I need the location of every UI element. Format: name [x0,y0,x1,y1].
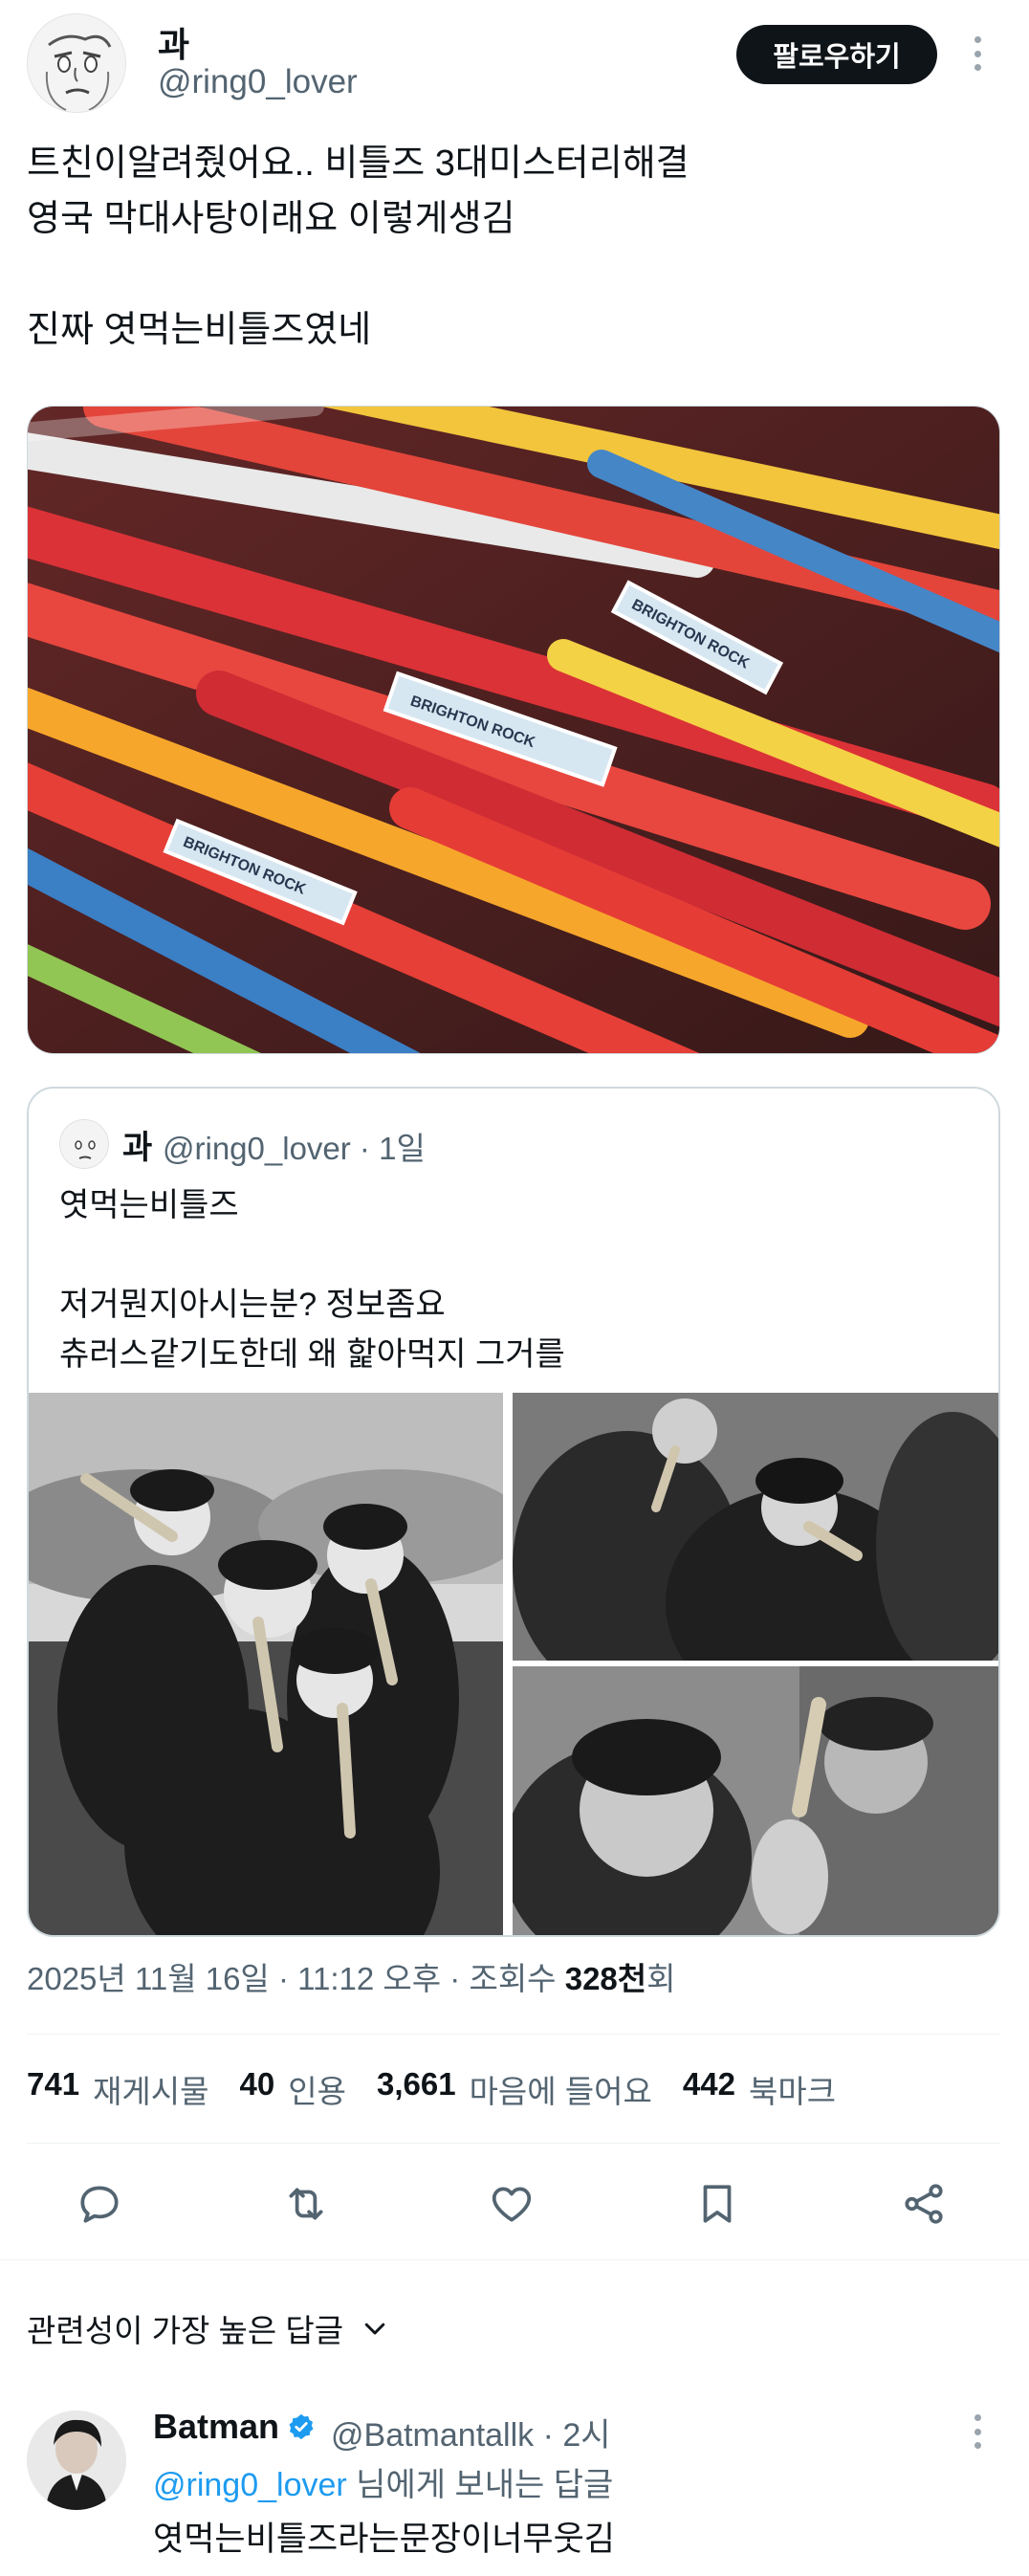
quote-count[interactable]: 40 [240,2066,275,2112]
reply-handle-time[interactable]: @Batmantallk · 2시 [331,2409,611,2455]
candy-sticks-image: BRIGHTON ROCK BRIGHTON ROCK BRIGHTON ROC… [28,407,999,1053]
reply-author-name-text: Batman [153,2407,280,2446]
tweet-metadata: 2025년 11월 16일 · 11:12 오후 · 조회수 328천회 [27,1953,676,1999]
repost-label[interactable]: 재게시물 [93,2066,208,2112]
chevron-down-icon [364,2323,385,2335]
reply-sort-dropdown[interactable]: 관련성이 가장 높은 답글 [27,2305,389,2351]
repost-count[interactable]: 741 [27,2066,79,2112]
share-icon[interactable] [895,2175,952,2233]
tweet-datetime[interactable]: 2025년 11월 16일 · 11:12 오후 · 조회수 [27,1961,565,1996]
quote-photo-3[interactable] [513,1666,998,1935]
tweet-photo[interactable]: BRIGHTON ROCK BRIGHTON ROCK BRIGHTON ROC… [27,406,1000,1054]
bookmark-label[interactable]: 북마크 [749,2066,836,2112]
quote-photo-1[interactable] [29,1393,503,1935]
quote-author-name: 과 [122,1130,153,1166]
author-avatar[interactable] [27,13,126,113]
quote-handle-time: @ring0_lover · 1일 [163,1131,426,1166]
reply-text: 엿먹는비틀즈라는문장이너무웃김 [153,2521,616,2558]
quote-text: 엿먹는비틀즈 저거뭔지아시는분? 정보좀요 츄러스같기도한데 왜 핥아먹지 그거… [59,1187,565,1373]
repost-icon[interactable] [277,2175,335,2233]
tweet-text: 트친이알려줬어요.. 비틀즈 3대미스터리해결 영국 막대사탕이래요 이렇게생김… [27,143,690,350]
more-options-icon[interactable] [958,33,996,75]
quote-label[interactable]: 인용 [288,2066,346,2112]
replying-to: @ring0_lover 님에게 보내는 답글 [153,2458,613,2505]
view-suffix: 회 [646,1961,676,1996]
heart-icon[interactable] [483,2175,540,2233]
band-photo-image [513,1393,998,1661]
author-handle[interactable]: @ring0_lover [158,63,358,101]
verified-badge-icon [289,2413,314,2440]
replying-to-link[interactable]: @ring0_lover [153,2467,347,2503]
bookmark-count[interactable]: 442 [683,2066,735,2112]
replying-to-suffix: 님에게 보내는 답글 [346,2467,614,2503]
reply-icon[interactable] [71,2175,128,2233]
like-count[interactable]: 3,661 [377,2066,456,2112]
reply-sort-label: 관련성이 가장 높은 답글 [27,2313,344,2348]
reply-author-avatar[interactable] [27,2411,126,2510]
follow-button[interactable]: 팔로우하기 [736,25,937,84]
band-photo-image [29,1393,503,1935]
divider [27,2034,1000,2035]
reply-more-options-icon[interactable] [958,2411,996,2453]
author-name[interactable]: 과 [158,17,189,67]
quote-photo-2[interactable] [513,1393,998,1661]
like-label[interactable]: 마음에 들어요 [470,2066,652,2112]
reply-author-name[interactable]: Batman [153,2407,316,2447]
bookmark-icon[interactable] [689,2175,746,2233]
quoted-tweet[interactable]: 과 @ring0_lover · 1일 엿먹는비틀즈 저거뭔지아시는분? 정보좀… [27,1087,1000,1937]
divider [27,2143,1000,2144]
quote-avatar [59,1119,109,1169]
view-count: 328천 [564,1961,647,1996]
band-photo-image [513,1666,998,1935]
engagement-stats: 741 재게시물 40 인용 3,661 마음에 들어요 442 북마크 [27,2066,866,2112]
divider [0,2259,1029,2260]
